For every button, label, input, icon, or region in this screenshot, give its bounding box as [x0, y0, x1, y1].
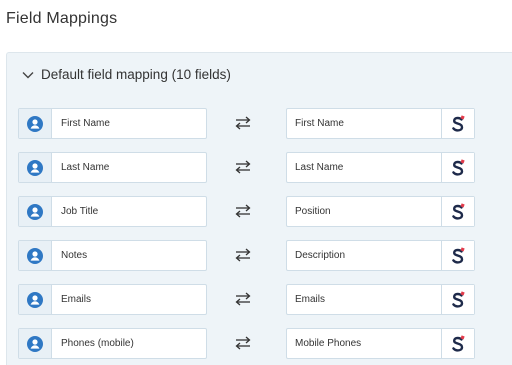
target-field-label: Mobile Phones — [295, 338, 362, 349]
brand-s-logo-icon — [452, 246, 465, 264]
source-field-label: Last Name — [61, 162, 110, 173]
target-icon-box — [441, 329, 474, 358]
source-icon-box — [19, 153, 52, 182]
source-field[interactable]: Notes — [18, 240, 207, 271]
source-icon-box — [19, 197, 52, 226]
source-field[interactable]: Last Name — [18, 152, 207, 183]
swap-arrows-icon[interactable] — [234, 335, 252, 351]
target-field[interactable]: First Name — [286, 108, 475, 139]
swap-arrows-icon[interactable] — [234, 203, 252, 219]
page-title: Field Mappings — [6, 10, 118, 27]
mapping-row: Job Title Position — [18, 196, 478, 227]
source-field[interactable]: Phones (mobile) — [18, 328, 207, 359]
swap-arrows-icon[interactable] — [234, 247, 252, 263]
section-header[interactable]: Default field mapping (10 fields) — [21, 67, 231, 82]
person-circle-icon — [27, 247, 43, 264]
target-field-label: Position — [295, 206, 331, 217]
mapping-row: Last Name Last Name — [18, 152, 478, 183]
source-field-label: Notes — [61, 250, 88, 261]
target-icon-box — [441, 153, 474, 182]
section-title: Default field mapping (10 fields) — [41, 67, 231, 82]
source-field[interactable]: Job Title — [18, 196, 207, 227]
person-circle-icon — [27, 291, 43, 308]
mapping-row: Phones (mobile) Mobile Phones — [18, 328, 478, 359]
source-icon-box — [19, 241, 52, 270]
mapping-row: Emails Emails — [18, 284, 478, 315]
person-circle-icon — [27, 203, 43, 220]
brand-s-logo-icon — [452, 334, 465, 352]
target-field-label: Description — [295, 250, 346, 261]
swap-arrows-icon[interactable] — [234, 291, 252, 307]
target-field[interactable]: Position — [286, 196, 475, 227]
brand-s-logo-icon — [452, 114, 465, 132]
target-icon-box — [441, 109, 474, 138]
source-field[interactable]: First Name — [18, 108, 207, 139]
target-icon-box — [441, 285, 474, 314]
mapping-row: First Name First Name — [18, 108, 478, 139]
target-field[interactable]: Description — [286, 240, 475, 271]
source-field-label: Job Title — [61, 206, 99, 217]
swap-arrows-icon[interactable] — [234, 159, 252, 175]
target-field[interactable]: Emails — [286, 284, 475, 315]
target-field[interactable]: Last Name — [286, 152, 475, 183]
brand-s-logo-icon — [452, 202, 465, 220]
source-icon-box — [19, 109, 52, 138]
mapping-panel: Default field mapping (10 fields) First … — [6, 52, 512, 365]
mapping-row: Notes Description — [18, 240, 478, 271]
target-field-label: First Name — [295, 118, 344, 129]
source-icon-box — [19, 285, 52, 314]
target-icon-box — [441, 197, 474, 226]
target-field-label: Emails — [295, 294, 326, 305]
target-field-label: Last Name — [295, 162, 344, 173]
person-circle-icon — [27, 335, 43, 352]
source-field-label: Emails — [61, 294, 92, 305]
person-circle-icon — [27, 115, 43, 132]
target-icon-box — [441, 241, 474, 270]
target-field[interactable]: Mobile Phones — [286, 328, 475, 359]
brand-s-logo-icon — [452, 290, 465, 308]
swap-arrows-icon[interactable] — [234, 115, 252, 131]
person-circle-icon — [27, 159, 43, 176]
source-field[interactable]: Emails — [18, 284, 207, 315]
source-field-label: First Name — [61, 118, 110, 129]
source-field-label: Phones (mobile) — [61, 338, 134, 349]
source-icon-box — [19, 329, 52, 358]
brand-s-logo-icon — [452, 158, 465, 176]
chevron-down-icon — [22, 71, 34, 78]
